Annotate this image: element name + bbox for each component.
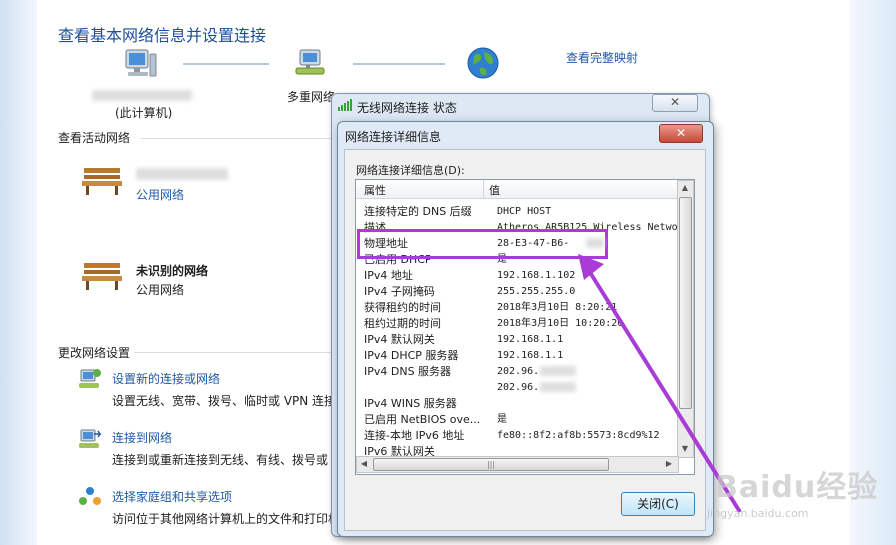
property-name: IPv4 地址 (364, 269, 413, 282)
property-value: 202.96. (497, 382, 540, 393)
scroll-left-icon[interactable]: ◀ (358, 458, 370, 470)
computer-name-redacted (92, 90, 192, 101)
full-map-link[interactable]: 查看完整映射 (566, 49, 638, 66)
property-name: 已启用 NetBIOS ove... (364, 413, 481, 426)
task-connect-network-link[interactable]: 连接到网络 (112, 429, 172, 446)
task-setup-connection-link[interactable]: 设置新的连接或网络 (112, 370, 220, 387)
property-name: IPv4 默认网关 (364, 333, 435, 346)
scroll-up-icon[interactable]: ▲ (679, 182, 691, 194)
this-computer-label: (此计算机) (115, 106, 173, 120)
mac-redacted (586, 238, 604, 248)
status-dialog-close-button[interactable]: ✕ (652, 94, 698, 112)
map-connector-1 (183, 63, 269, 65)
window-left-frame (0, 0, 37, 545)
computer-icon (125, 49, 157, 77)
column-header-property[interactable]: 属性 (364, 182, 386, 198)
network2-name: 未识别的网络 (136, 264, 209, 278)
property-value: 202.96. (497, 366, 540, 377)
globe-icon (467, 47, 499, 79)
property-value: 192.168.1.1 (497, 350, 564, 361)
property-name: IPv4 DNS 服务器 (364, 365, 452, 378)
details-section-label: 网络连接详细信息(D): (356, 164, 465, 177)
map-connector-2 (353, 63, 445, 65)
property-name: 连接-本地 IPv6 地址 (364, 429, 465, 442)
network-name-redacted (136, 168, 228, 180)
column-header-value[interactable]: 值 (489, 182, 500, 198)
close-button[interactable]: 关闭(C) (621, 492, 695, 516)
task-setup-connection-desc: 设置无线、宽带、拨号、临时或 VPN 连接 (112, 394, 337, 408)
watermark-url: jingyan.baidu.com (707, 507, 809, 520)
dns-redacted (540, 382, 576, 392)
signal-icon (338, 99, 352, 111)
column-separator (483, 180, 484, 198)
property-value: 255.255.255.0 (497, 286, 576, 297)
list-header: 属性 值 (356, 180, 677, 199)
property-name: 连接特定的 DNS 后缀 (364, 205, 472, 218)
task-connect-network-desc: 连接到或重新连接到无线、有线、拨号或 (112, 453, 329, 467)
task-homegroup-link[interactable]: 选择家庭组和共享选项 (112, 488, 232, 505)
homegroup-icon (79, 487, 101, 505)
change-settings-heading: 更改网络设置 (58, 346, 131, 360)
network1-type-link[interactable]: 公用网络 (136, 186, 184, 203)
divider (134, 352, 332, 353)
multi-network-label: 多重网络 (287, 90, 336, 104)
property-name: IPv4 DHCP 服务器 (364, 349, 459, 362)
bench-icon (82, 168, 122, 195)
property-value: 192.168.1.102 (497, 270, 576, 281)
divider (140, 138, 332, 139)
connect-network-icon (79, 429, 102, 448)
status-dialog-title: 无线网络连接 状态 (357, 101, 457, 115)
property-value: DHCP HOST (497, 206, 552, 217)
bench-icon (82, 263, 122, 290)
property-name: IPv6 默认网关 (364, 445, 435, 456)
watermark-logo: Baidu经验 (715, 470, 879, 505)
task-homegroup-desc: 访问位于其他网络计算机上的文件和打印机 (112, 512, 341, 526)
details-dialog-title: 网络连接详细信息 (345, 130, 442, 144)
property-value: 192.168.1.1 (497, 334, 564, 345)
property-name: 租约过期的时间 (364, 317, 441, 330)
network2-type: 公用网络 (136, 283, 185, 297)
property-value: 是 (497, 414, 507, 425)
property-name: IPv4 子网掩码 (364, 285, 435, 298)
property-name: 获得租约的时间 (364, 301, 441, 314)
details-dialog-close-button[interactable]: ✕ (659, 124, 703, 143)
page-title: 查看基本网络信息并设置连接 (58, 26, 267, 45)
property-name: IPv4 WINS 服务器 (364, 397, 457, 410)
setup-connection-icon (79, 369, 101, 388)
active-networks-heading: 查看活动网络 (58, 131, 131, 145)
network-icon (295, 49, 325, 75)
dns-redacted (540, 366, 576, 376)
